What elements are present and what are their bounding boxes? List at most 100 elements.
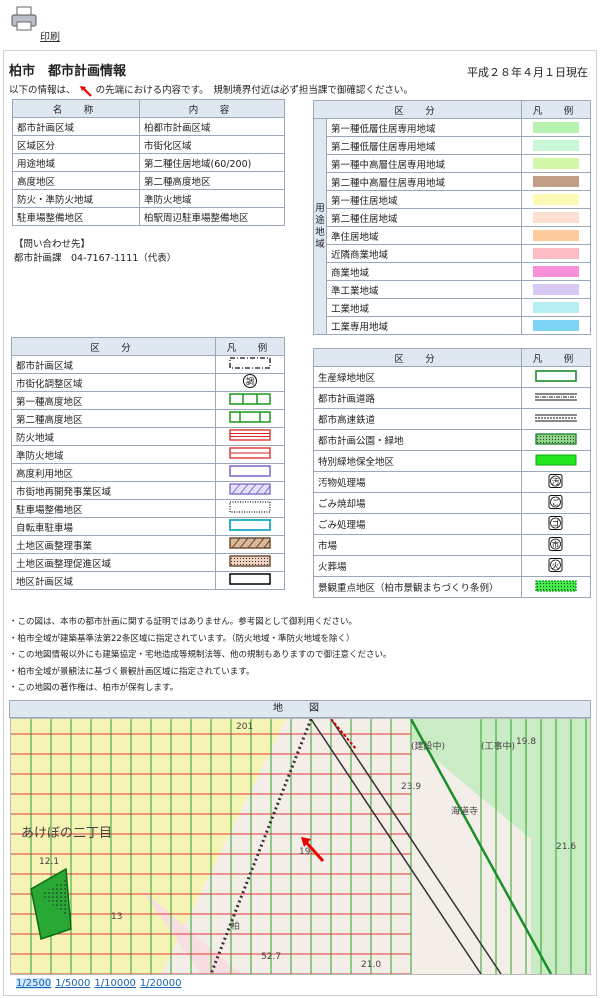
- print-button[interactable]: 印刷: [10, 6, 70, 43]
- dash-dot-box-icon: [229, 357, 271, 369]
- legend-row: 汚物処理場 汚: [313, 471, 591, 493]
- zone-row: 第二種中高層住居専用地域: [314, 172, 591, 191]
- legend-symbol-cell: ご: [521, 492, 591, 514]
- legend-left-header-hanrei: 凡 例: [215, 337, 285, 356]
- info-value-cell: 柏駅周辺駐車場整備地区: [139, 207, 285, 226]
- legend-row: 都市計画区域: [11, 355, 285, 374]
- zone-header-hanrei: 凡 例: [521, 100, 591, 119]
- info-value-cell: 柏都市計画区域: [139, 117, 285, 136]
- color-swatch: [533, 212, 579, 223]
- brown-dot-box-icon: [229, 555, 271, 567]
- legend-symbol-cell: [215, 427, 285, 446]
- zone-swatch-cell: [521, 172, 591, 191]
- legend-label: 景観重点地区（柏市景観まちづくり条例）: [313, 576, 522, 598]
- zone-row: 第一種中高層住居専用地域: [314, 154, 591, 173]
- svg-text:ゴ: ゴ: [552, 518, 560, 528]
- legend-label: 特別緑地保全地区: [313, 450, 522, 472]
- legend-label: 土地区画整理促進区域: [11, 553, 216, 572]
- legend-row: 火葬場 火: [313, 555, 591, 577]
- legend-row: 第一種高度地区: [11, 391, 285, 410]
- zone-row: 第一種住居地域: [314, 190, 591, 209]
- map-label: (建設中): [411, 740, 445, 752]
- hatched-purple-box-icon: [229, 483, 271, 495]
- print-label[interactable]: 印刷: [40, 28, 60, 43]
- as-of-date: 平成２８年４月１日現在: [467, 66, 588, 79]
- zone-swatch-cell: [521, 154, 591, 173]
- contact-line: 都市計画課 04-7167-1111（代表）: [14, 253, 177, 264]
- legend-row: 景観重点地区（柏市景観まちづくり条例）: [313, 576, 591, 598]
- cyan-box-icon: [229, 519, 271, 531]
- legend-row: 土地区画整理促進区域: [11, 553, 285, 572]
- map-label: 13: [111, 912, 122, 922]
- legend-label: 自転車駐車場: [11, 517, 216, 536]
- legend-symbol-cell: 調: [215, 373, 285, 392]
- zone-swatch-cell: [521, 280, 591, 299]
- legend-table-left: 区 分凡 例 都市計画区域 市街化調整区域 調第一種高度地区 第二種高度地区 防火地域準…: [11, 337, 285, 590]
- legend-row: ごみ焼却場 ご: [313, 492, 591, 514]
- legend-row: 高度利用地区: [11, 463, 285, 482]
- legend-symbol-cell: [215, 391, 285, 410]
- legend-row: 準防火地域: [11, 445, 285, 464]
- circle-cho-icon: 調: [243, 374, 257, 388]
- note-item: ・この地図情報以外にも建築協定・宅地造成等規制法等、他の規制もありますので御注意…: [9, 650, 392, 660]
- legend-symbol-cell: [521, 450, 591, 472]
- legend-symbol-cell: [521, 408, 591, 430]
- color-swatch: [533, 194, 579, 205]
- legend-label: 地区計画区域: [11, 571, 216, 590]
- legend-row: 自転車駐車場: [11, 517, 285, 536]
- table-row: 駐車場整備地区 柏駅周辺駐車場整備地区: [12, 207, 285, 226]
- sq-glyph-icon: 火: [548, 557, 563, 572]
- scale-link-1-10000[interactable]: 1/10000: [94, 978, 136, 989]
- sq-glyph-icon: 汚: [548, 473, 563, 488]
- info-name-cell: 防火・準防火地域: [12, 189, 140, 208]
- legend-symbol-cell: [521, 387, 591, 409]
- legend-symbol-cell: [215, 553, 285, 572]
- color-swatch: [533, 284, 579, 295]
- legend-label: 都市高速鉄道: [313, 408, 522, 430]
- legend-label: 都市計画区域: [11, 355, 216, 374]
- legend-left-header-kubun: 区 分: [11, 337, 216, 356]
- map-label: 海道寺: [451, 805, 478, 817]
- zone-row: 工業専用地域: [314, 316, 591, 335]
- legend-row: 土地区画整理事業: [11, 535, 285, 554]
- legend-right-header-kubun: 区 分: [313, 348, 522, 367]
- map-label: 21.0: [361, 960, 381, 970]
- zone-row: 第二種住居地域: [314, 208, 591, 227]
- note-item: ・柏市全域が景観法に基づく景観計画区域に指定されています。: [9, 666, 255, 677]
- legend-label: 都市計画公園・緑地: [313, 429, 522, 451]
- svg-text:市: 市: [552, 539, 560, 549]
- scale-link-1-5000[interactable]: 1/5000: [55, 978, 90, 989]
- map-canvas[interactable]: あけぼの二丁目(建設中) (工事中)海道寺柏19.823.921.619.12.1…: [11, 719, 590, 974]
- planning-info-table: 名 称内 容 都市計画区域 柏都市計画区域 区域区分 市街化区域 用途地域 第二種住居地域…: [12, 99, 285, 226]
- legend-symbol-cell: [215, 445, 285, 464]
- zone-header-kubun: 区 分: [313, 100, 522, 119]
- legend-row: 第二種高度地区: [11, 409, 285, 428]
- map-view[interactable]: あけぼの二丁目 (建設中) (工事中) 海道寺柏 19.8 23.9 21.6 19. 12.1…: [10, 718, 591, 975]
- legend-symbol-cell: [215, 463, 285, 482]
- note-before: 以下の情報は、: [9, 85, 76, 96]
- zone-swatch-cell: [521, 316, 591, 335]
- scale-link-1-20000[interactable]: 1/20000: [140, 978, 182, 989]
- zone-label: 第二種住居地域: [326, 208, 522, 227]
- green-ladder-2-icon: [229, 411, 271, 423]
- svg-text:調: 調: [246, 376, 254, 386]
- zone-label: 第二種中高層住居専用地域: [326, 172, 522, 191]
- scale-link-1-2500[interactable]: 1/2500: [16, 978, 52, 989]
- zone-row: 用途地域第一種低層住居専用地域: [313, 118, 591, 335]
- info-value-cell: 市街化区域: [139, 135, 285, 154]
- contact-heading: 【問い合わせ先】: [14, 239, 91, 250]
- legend-symbol-cell: 火: [521, 555, 591, 577]
- info-name-cell: 都市計画区域: [12, 117, 140, 136]
- zone-row: 近隣商業地域: [314, 244, 591, 263]
- info-value-cell: 準防火地域: [139, 189, 285, 208]
- map-label: 柏: [231, 920, 240, 932]
- svg-text:汚: 汚: [552, 476, 560, 486]
- legend-label: 生産緑地地区: [313, 366, 522, 388]
- legend-label: 汚物処理場: [313, 471, 522, 493]
- dotted-box-icon: [229, 501, 271, 513]
- zone-row: 準住居地域: [314, 226, 591, 245]
- red-lines-box-icon: [229, 429, 271, 441]
- legend-row: 市場 市: [313, 534, 591, 556]
- brown-hatch-box-icon: [229, 537, 271, 549]
- zone-row: 工業地域: [314, 298, 591, 317]
